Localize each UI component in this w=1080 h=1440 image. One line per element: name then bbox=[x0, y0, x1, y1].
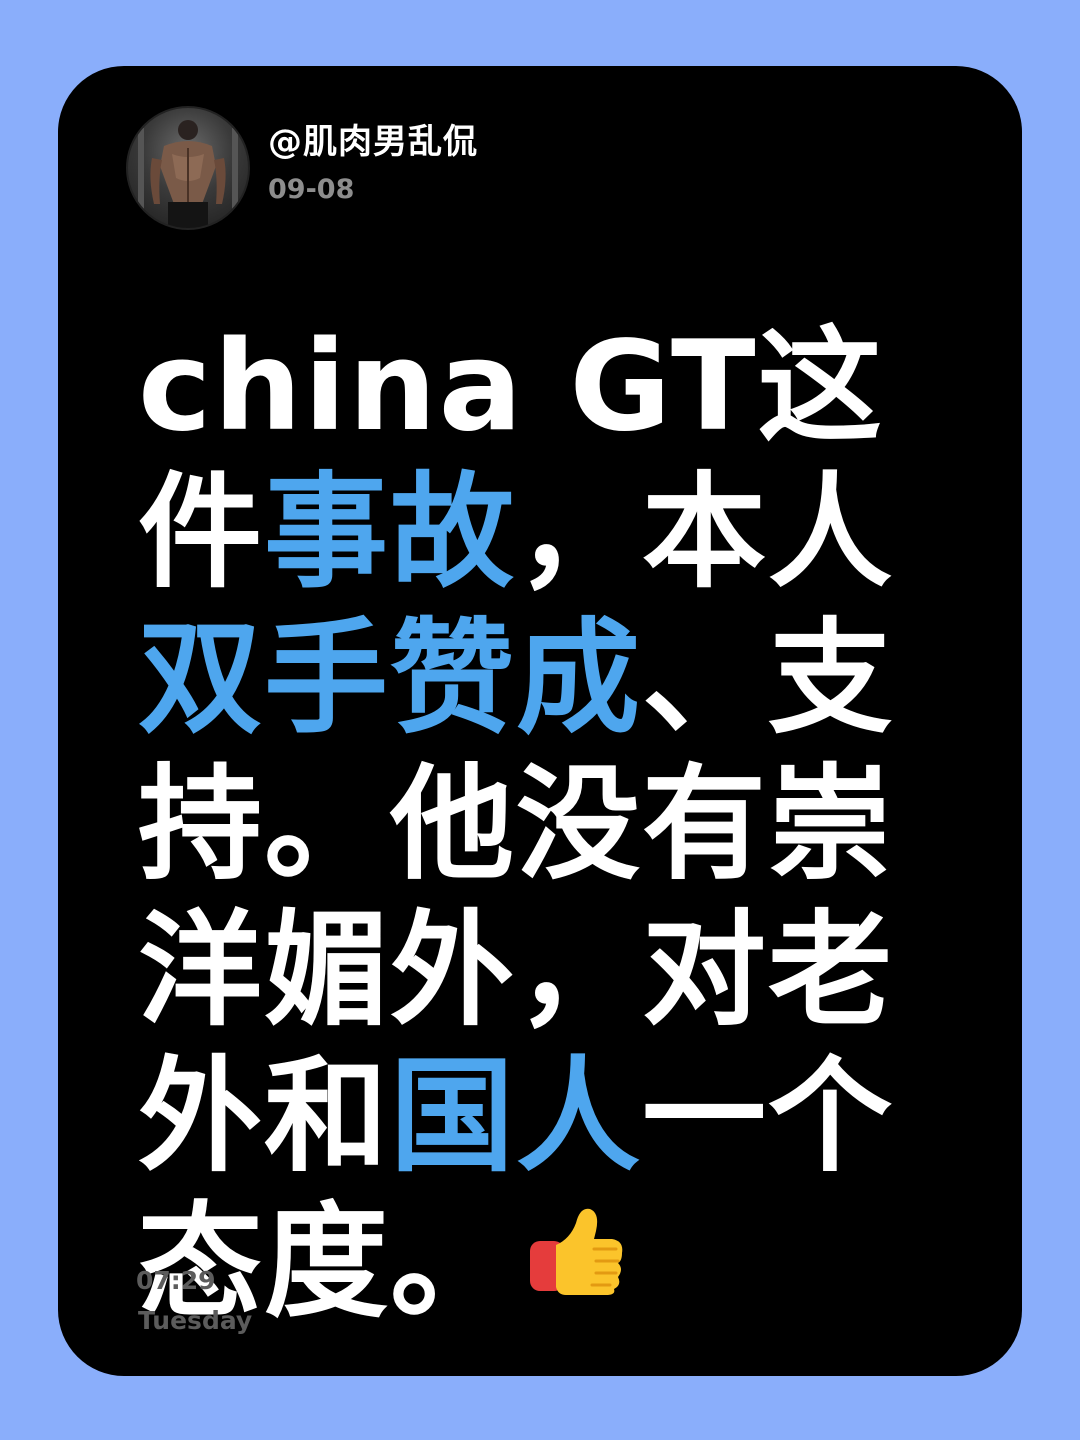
body-highlight: 双手赞成 bbox=[138, 607, 643, 751]
avatar-photo-icon bbox=[138, 120, 238, 228]
post-date: 09-08 bbox=[268, 174, 355, 205]
footer-time: 07:29 bbox=[136, 1266, 216, 1295]
footer-day: Tuesday bbox=[138, 1306, 253, 1335]
post-body: china GT这件事故，本人双手赞成、支持。他没有崇洋媚外，对老外和国人一个态… bbox=[138, 314, 938, 1344]
post-card: @肌肉男乱侃 09-08 china GT这件事故，本人双手赞成、支持。他没有崇… bbox=[58, 66, 1022, 1376]
body-highlight: 国人 bbox=[390, 1045, 643, 1189]
avatar[interactable] bbox=[126, 106, 250, 230]
username[interactable]: @肌肉男乱侃 bbox=[268, 114, 478, 163]
body-highlight: 事故 bbox=[264, 461, 517, 605]
thumbs-up-icon bbox=[526, 1184, 626, 1330]
body-segment: ，本人 bbox=[516, 461, 895, 605]
